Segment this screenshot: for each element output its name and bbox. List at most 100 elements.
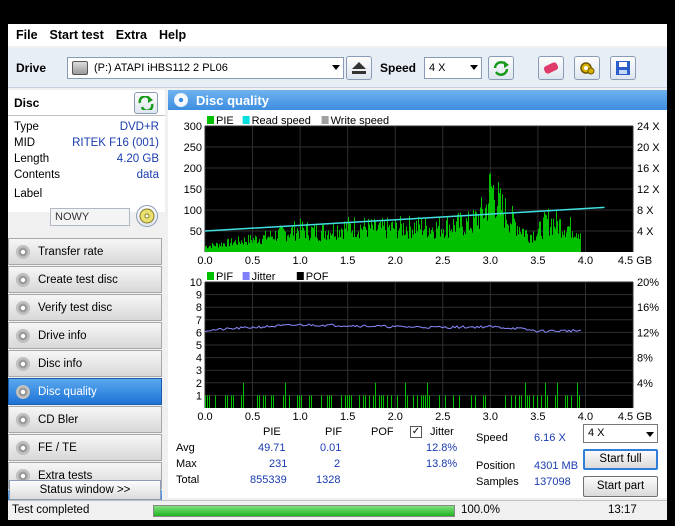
pie-bar — [534, 240, 535, 252]
pie-bar — [283, 228, 284, 252]
pie-bar — [471, 228, 472, 252]
test-speed-value: 4 X — [588, 427, 605, 439]
pie-bar — [436, 221, 437, 252]
pie-bar — [264, 235, 265, 252]
pie-bar — [508, 225, 509, 252]
pie-bar — [580, 233, 581, 252]
pie-bar — [243, 244, 244, 252]
pie-bar — [338, 237, 339, 252]
refresh-disc-button[interactable] — [134, 92, 158, 114]
nav-fe-te[interactable]: FE / TE — [8, 434, 162, 461]
pif-bar — [373, 395, 374, 408]
menu-start-test[interactable]: Start test — [50, 28, 104, 42]
pie-bar — [349, 221, 350, 252]
pie-bar — [350, 223, 351, 252]
pif-bar — [459, 395, 460, 408]
pie-bar — [526, 229, 527, 252]
jitter-header: Jitter — [430, 426, 454, 438]
pie-bar — [527, 233, 528, 252]
save-button[interactable] — [610, 56, 636, 80]
pie-bar — [465, 233, 466, 252]
drive-select-value: (P:) ATAPI iHBS112 2 PL06 — [94, 62, 228, 74]
menu-help[interactable]: Help — [159, 28, 186, 42]
speed-select[interactable]: 4 X — [424, 57, 482, 79]
pie-bar — [501, 210, 502, 252]
pie-bar — [440, 236, 441, 252]
nav-disc-info[interactable]: Disc info — [8, 350, 162, 377]
eject-button[interactable] — [346, 56, 372, 80]
settings-button[interactable] — [574, 56, 600, 80]
jitter-checkbox[interactable]: ✓ — [410, 426, 422, 438]
pie-bar — [562, 231, 563, 252]
pie-bar — [285, 231, 286, 252]
pie-bar — [267, 237, 268, 252]
nav-disc-quality[interactable]: Disc quality — [8, 378, 162, 405]
pif-bar — [391, 395, 392, 408]
pif-bar — [533, 395, 534, 408]
menu-file[interactable]: File — [16, 28, 38, 42]
start-full-button[interactable]: Start full — [583, 449, 658, 470]
test-speed-select[interactable]: 4 X — [583, 424, 658, 443]
pif-bar — [309, 395, 310, 408]
menu-extra[interactable]: Extra — [116, 28, 147, 42]
pie-bar — [229, 246, 230, 252]
pif-bar — [541, 395, 542, 408]
pif-bar — [423, 395, 424, 408]
pie-bar — [574, 236, 575, 252]
disc-mid-key: MID — [14, 137, 36, 149]
pie-bar — [340, 236, 341, 252]
pie-bar — [505, 198, 506, 252]
drive-select[interactable]: (P:) ATAPI iHBS112 2 PL06 — [67, 57, 344, 79]
pif-bar — [347, 395, 348, 408]
main-panel: Disc quality 0.0 0.5 1.0 1.5 2.0 2.5 3.0 3.5 4.0… — [168, 90, 667, 498]
pie-bar — [506, 219, 507, 252]
pie-bar — [448, 237, 449, 252]
chevron-down-icon — [470, 65, 478, 70]
pie-bar — [209, 246, 210, 252]
erase-button[interactable] — [538, 56, 564, 80]
pif-bar — [425, 395, 426, 408]
y2-tick-label: 12% — [637, 327, 659, 339]
pie-bar — [282, 226, 283, 252]
start-part-button[interactable]: Start part — [583, 476, 658, 497]
pie-bar — [237, 244, 238, 252]
pie-bar — [217, 243, 218, 252]
status-window-button[interactable]: Status window >> — [9, 480, 161, 500]
pie-bar — [363, 226, 364, 252]
pie-bar — [280, 225, 281, 252]
y-tick-label: 250 — [184, 142, 202, 154]
y-tick-label: 10 — [190, 277, 202, 289]
sidebar: Disc Type DVD+R MID RITEK F16 (001) Length… — [8, 90, 165, 502]
pie-bar — [489, 174, 490, 252]
label-apply-button[interactable] — [136, 205, 158, 227]
pie-bar — [463, 235, 464, 252]
y-tick-label: 5 — [196, 340, 202, 352]
x-tick-label: 1.5 — [340, 411, 355, 420]
nav-cd-bler[interactable]: CD Bler — [8, 406, 162, 433]
pie-bar — [248, 234, 249, 252]
pie-bar — [384, 221, 385, 252]
pif-bar — [383, 395, 384, 408]
pie-bar — [417, 231, 418, 252]
pie-bar — [371, 219, 372, 252]
pif-bar — [207, 395, 208, 408]
nav-verify-test-disc[interactable]: Verify test disc — [8, 294, 162, 321]
pie-bar — [238, 236, 239, 252]
disc-label-input[interactable]: NOWY — [50, 208, 130, 226]
refresh-speed-button[interactable] — [488, 56, 514, 80]
total-pif: 1328 — [316, 474, 341, 486]
pie-bar — [260, 243, 261, 252]
x-tick-label: 0.0 — [197, 411, 212, 420]
legend-label: Read speed — [252, 115, 311, 127]
pie-bar — [533, 231, 534, 252]
pie-bar — [559, 219, 560, 252]
pif-bar — [209, 395, 210, 408]
pie-bar — [316, 225, 317, 252]
nav-drive-info[interactable]: Drive info — [8, 322, 162, 349]
nav-create-test-disc[interactable]: Create test disc — [8, 266, 162, 293]
pie-bar — [439, 217, 440, 252]
pie-bar — [277, 238, 278, 252]
y-tick-label: 300 — [184, 121, 202, 133]
legend-swatch — [242, 116, 250, 124]
nav-transfer-rate[interactable]: Transfer rate — [8, 238, 162, 265]
